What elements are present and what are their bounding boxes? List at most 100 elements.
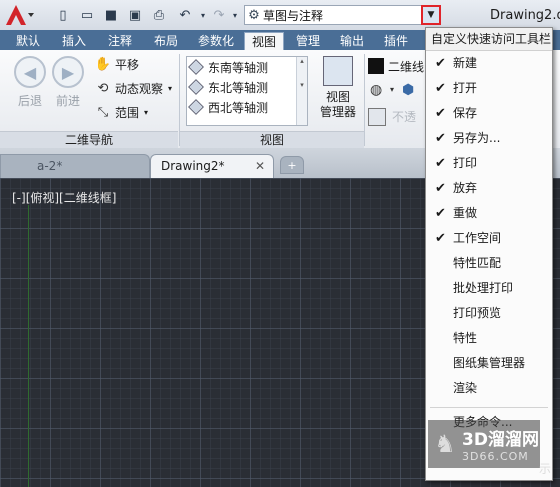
tab-view[interactable]: 视图	[244, 32, 284, 50]
opacity-label: 不透	[392, 110, 417, 124]
check-icon: ✔	[435, 181, 446, 196]
viewport-controls[interactable]: [-][俯视][二维线框]	[12, 189, 116, 206]
menu-item-label: 打印	[453, 156, 478, 170]
extents-button[interactable]: ⤡ 范围 ▾	[94, 104, 148, 121]
visual-style-swatch-icon	[368, 58, 384, 74]
menu-item-sheet-set-manager[interactable]: 图纸集管理器	[426, 351, 552, 376]
check-icon: ✔	[435, 131, 446, 146]
menu-item-render[interactable]: 渲染	[426, 376, 552, 401]
menu-item-save[interactable]: ✔ 保存	[426, 101, 552, 126]
close-icon[interactable]: ✕	[255, 155, 265, 177]
tab-manage[interactable]: 管理	[290, 32, 326, 50]
tab-plugins[interactable]: 插件	[378, 32, 414, 50]
menu-item-new[interactable]: ✔ 新建	[426, 51, 552, 76]
shading-icon[interactable]: ⬢	[402, 82, 414, 98]
menu-item-label: 图纸集管理器	[453, 356, 526, 370]
undo-icon[interactable]: ↶	[176, 6, 194, 24]
view-item-nw-iso[interactable]: 西北等轴测	[187, 97, 307, 117]
menu-item-label: 放弃	[453, 181, 478, 195]
deer-icon: ♞	[434, 430, 456, 458]
visual-style-label: 二维线	[388, 59, 425, 74]
doc-tab-drawing2[interactable]: Drawing2* ✕	[150, 154, 274, 178]
plus-icon: +	[287, 158, 297, 172]
new-tab-button[interactable]: +	[280, 156, 304, 174]
menu-item-open[interactable]: ✔ 打开	[426, 76, 552, 101]
tab-default[interactable]: 默认	[10, 32, 46, 50]
tab-annotate[interactable]: 注释	[102, 32, 138, 50]
new-icon[interactable]: ▯	[54, 6, 72, 24]
autocad-logo-icon[interactable]	[4, 3, 34, 27]
forward-arrow-icon: ▶	[52, 56, 84, 88]
menu-item-label: 打开	[453, 81, 478, 95]
cube-icon	[188, 99, 204, 115]
tab-insert[interactable]: 插入	[56, 32, 92, 50]
save-as-icon[interactable]: ▣	[126, 6, 144, 24]
menu-item-plot[interactable]: ✔ 打印	[426, 151, 552, 176]
xray-icon[interactable]	[368, 108, 386, 126]
menu-item-label: 特性匹配	[453, 256, 502, 270]
partial-tooltip-text: 示	[539, 462, 552, 476]
menu-item-label: 特性	[453, 331, 478, 345]
orbit-button[interactable]: ⟲ 动态观察 ▾	[94, 80, 172, 97]
redo-dropdown-icon[interactable]: ▾	[226, 6, 244, 24]
view-item-label: 西北等轴测	[208, 100, 269, 115]
view-item-ne-iso[interactable]: 东北等轴测	[187, 77, 307, 97]
cube-icon	[188, 79, 204, 95]
menu-item-label: 重做	[453, 206, 478, 220]
views-panel-title: 视图	[180, 131, 364, 148]
check-icon: ✔	[435, 206, 446, 221]
tab-output[interactable]: 输出	[334, 32, 370, 50]
open-icon[interactable]: ▭	[78, 6, 96, 24]
doc-tab-label: a-2*	[37, 159, 63, 173]
panel-divider	[364, 54, 365, 146]
menu-item-properties[interactable]: 特性	[426, 326, 552, 351]
customize-qat-button[interactable]: ▼	[421, 5, 441, 25]
view-manager-label-1: 视图	[325, 90, 350, 104]
plot-icon[interactable]: ⎙	[150, 6, 168, 24]
hand-icon: ✋	[94, 57, 112, 72]
view-manager-label-2: 管理器	[319, 105, 356, 119]
menu-item-redo[interactable]: ✔ 重做	[426, 201, 552, 226]
pan-label: 平移	[115, 58, 140, 72]
watermark-text: 3D溜溜网 3D66.COM	[462, 425, 539, 463]
menu-item-match-properties[interactable]: 特性匹配	[426, 251, 552, 276]
menu-item-label: 渲染	[453, 381, 478, 395]
check-icon: ✔	[435, 231, 446, 246]
tab-layout[interactable]: 布局	[148, 32, 184, 50]
visual-style-dropdown[interactable]: 二维线	[368, 56, 428, 76]
gear-icon: ⚙	[248, 7, 260, 23]
tab-parametric[interactable]: 参数化	[192, 32, 240, 50]
menu-item-label: 保存	[453, 106, 478, 120]
menu-item-undo[interactable]: ✔ 放弃	[426, 176, 552, 201]
lighting-dropdown-icon[interactable]: ▾	[390, 85, 394, 94]
orbit-icon: ⟲	[97, 81, 109, 96]
doc-tab-a2[interactable]: a-2*	[0, 154, 150, 178]
extents-dropdown-icon[interactable]: ▾	[144, 108, 148, 117]
named-views-list: 东南等轴测 东北等轴测 西北等轴测 ▴ ▾	[186, 56, 308, 126]
menu-item-save-as[interactable]: ✔ 另存为...	[426, 126, 552, 151]
nav-panel-title: 二维导航	[0, 131, 178, 148]
workspace-label: 草图与注释	[263, 8, 324, 23]
forward-button[interactable]: ▶ 前进	[48, 56, 88, 109]
menu-item-label: 打印预览	[453, 306, 502, 320]
check-icon: ✔	[435, 156, 446, 171]
menu-separator	[430, 407, 548, 408]
doc-tab-label: Drawing2*	[161, 159, 225, 173]
back-button[interactable]: ◀ 后退	[10, 56, 50, 109]
views-list-scrollbar[interactable]: ▴ ▾	[296, 57, 307, 125]
save-icon[interactable]: ■	[102, 6, 120, 24]
zoom-extents-icon: ⤡	[97, 105, 109, 120]
orbit-label: 动态观察	[115, 82, 164, 96]
menu-item-plot-preview[interactable]: 打印预览	[426, 301, 552, 326]
workspace-selector[interactable]: ⚙ 草图与注释 ▼	[244, 5, 438, 25]
view-item-label: 东北等轴测	[208, 80, 269, 95]
view-item-se-iso[interactable]: 东南等轴测	[187, 57, 307, 77]
orbit-dropdown-icon[interactable]: ▾	[168, 84, 172, 93]
pan-button[interactable]: ✋ 平移	[94, 56, 139, 73]
back-label: 后退	[17, 94, 42, 108]
menu-item-label: 另存为...	[453, 131, 501, 145]
lighting-icon[interactable]: ◍	[370, 82, 382, 98]
menu-item-workspace[interactable]: ✔ 工作空间	[426, 226, 552, 251]
view-manager-button[interactable]: 视图 管理器	[316, 56, 360, 120]
menu-item-batch-plot[interactable]: 批处理打印	[426, 276, 552, 301]
